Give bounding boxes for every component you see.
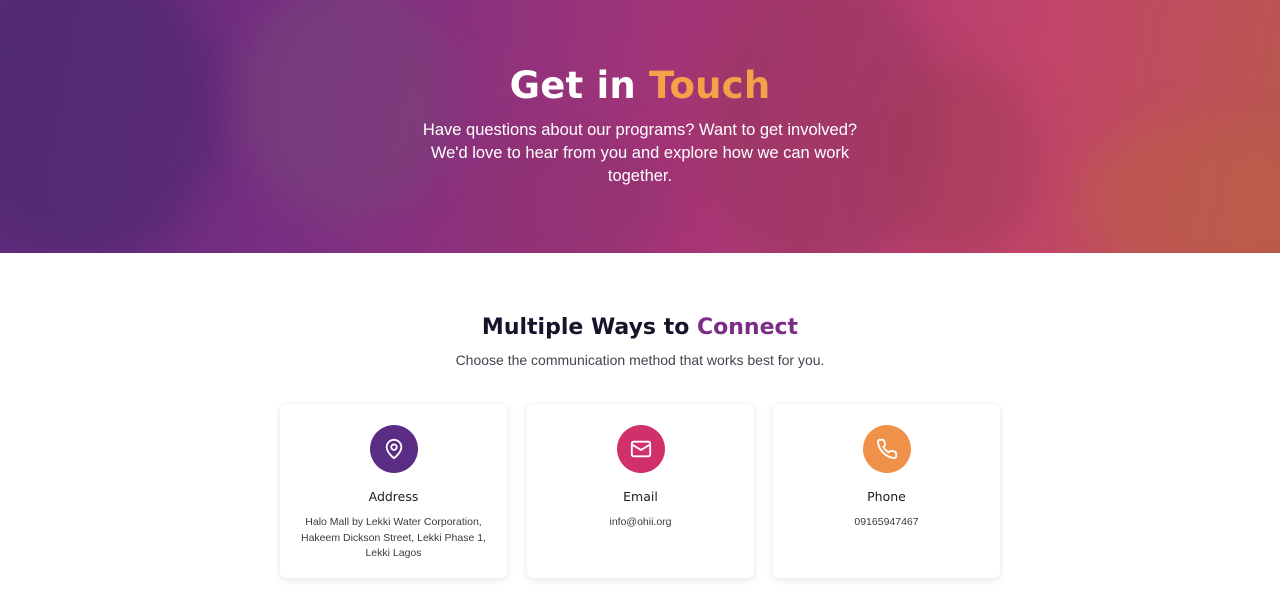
section-title-accent: Connect: [697, 315, 799, 340]
hero-subtitle: Have questions about our programs? Want …: [422, 121, 858, 185]
hero-banner: Get in Touch Have questions about our pr…: [0, 0, 1280, 253]
hero-title: Get in Touch: [0, 64, 1280, 107]
hero-title-accent: Touch: [649, 64, 771, 107]
phone-icon: [877, 438, 898, 459]
address-title: Address: [368, 489, 419, 504]
phone-card: Phone 09165947467: [773, 404, 1000, 578]
hero-title-text: Get in: [509, 64, 636, 107]
phone-value[interactable]: 09165947467: [787, 515, 986, 531]
section-subtitle: Choose the communication method that wor…: [455, 352, 825, 368]
address-value: Halo Mall by Lekki Water Corporation, Ha…: [300, 516, 486, 559]
mail-icon: [630, 440, 652, 458]
section-title: Multiple Ways to Connect: [0, 315, 1280, 340]
email-icon-circle: [617, 425, 665, 473]
email-value[interactable]: info@ohii.org: [541, 515, 740, 531]
email-card: Email info@ohii.org: [527, 404, 754, 578]
map-pin-icon: [385, 438, 403, 460]
email-title: Email: [623, 489, 658, 504]
phone-title: Phone: [867, 489, 906, 504]
address-card: Address Halo Mall by Lekki Water Corpora…: [280, 404, 507, 578]
phone-icon-circle: [863, 425, 911, 473]
section-title-text: Multiple Ways to: [481, 315, 690, 340]
hero-background-shape: [0, 0, 220, 253]
address-icon-circle: [370, 425, 418, 473]
hero-background-shape: [1080, 120, 1280, 253]
